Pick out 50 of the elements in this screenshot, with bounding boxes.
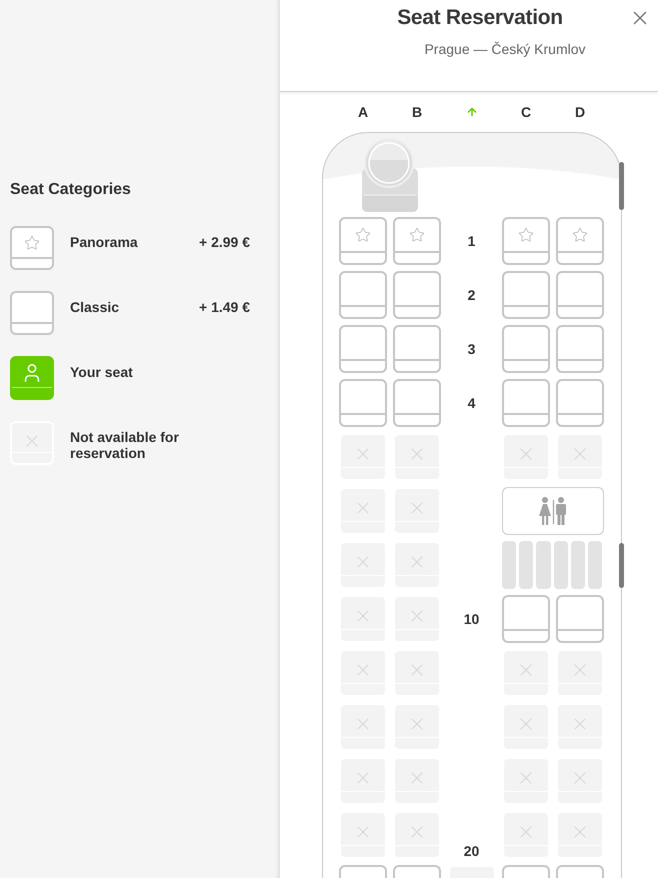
star-icon	[518, 227, 534, 243]
dialog-title: Seat Reservation	[396, 6, 564, 30]
category-price: + 2.99 €	[199, 233, 250, 250]
column-letter: C	[520, 103, 532, 121]
star-icon	[355, 227, 371, 243]
legend-title: Seat Categories	[10, 180, 132, 199]
panorama-seat[interactable]	[502, 217, 550, 265]
classic-seat[interactable]	[339, 271, 387, 319]
classic-seat[interactable]	[339, 379, 387, 427]
star-icon	[572, 227, 588, 243]
route-text: Prague — Český Krumlov	[423, 40, 587, 58]
star-seat-icon	[10, 226, 54, 270]
classic-seat[interactable]	[393, 325, 441, 373]
driver-seat-icon	[362, 138, 418, 212]
classic-seat[interactable]	[393, 271, 441, 319]
person-seat-icon	[10, 356, 54, 400]
classic-seat[interactable]	[502, 595, 550, 643]
column-letter: B	[412, 103, 422, 121]
row-number: 20	[464, 843, 480, 859]
category-price: + 1.49 €	[199, 298, 250, 315]
arrow-up-icon	[466, 106, 478, 118]
seat-icon	[10, 291, 54, 335]
panorama-seat[interactable]	[339, 217, 387, 265]
category-label: Your seat	[70, 363, 134, 380]
classic-seat[interactable]	[556, 595, 604, 643]
row-number: 4	[468, 395, 476, 411]
classic-seat[interactable]	[393, 379, 441, 427]
classic-seat[interactable]	[502, 379, 550, 427]
column-letter: D	[574, 103, 586, 121]
classic-seat[interactable]	[502, 325, 550, 373]
row-number: 10	[464, 611, 480, 627]
row-number: 1	[468, 233, 476, 249]
classic-seat[interactable]	[502, 271, 550, 319]
column-letter: A	[358, 103, 368, 121]
classic-seat[interactable]	[556, 325, 604, 373]
classic-seat[interactable]	[556, 271, 604, 319]
scrollbar-thumb[interactable]	[619, 543, 624, 588]
star-icon	[409, 227, 425, 243]
category-label: Panorama	[70, 233, 139, 250]
classic-seat[interactable]	[339, 325, 387, 373]
category-label: Classic	[70, 298, 120, 315]
row-number: 2	[468, 287, 476, 303]
panorama-seat[interactable]	[556, 217, 604, 265]
crossed-seat-icon	[10, 421, 54, 465]
scrollbar-thumb[interactable]	[619, 162, 624, 210]
classic-seat[interactable]	[556, 379, 604, 427]
category-label: Not available for reservation	[70, 428, 180, 461]
row-number: 3	[468, 341, 476, 357]
toilet-icon	[539, 496, 567, 526]
panorama-seat[interactable]	[393, 217, 441, 265]
